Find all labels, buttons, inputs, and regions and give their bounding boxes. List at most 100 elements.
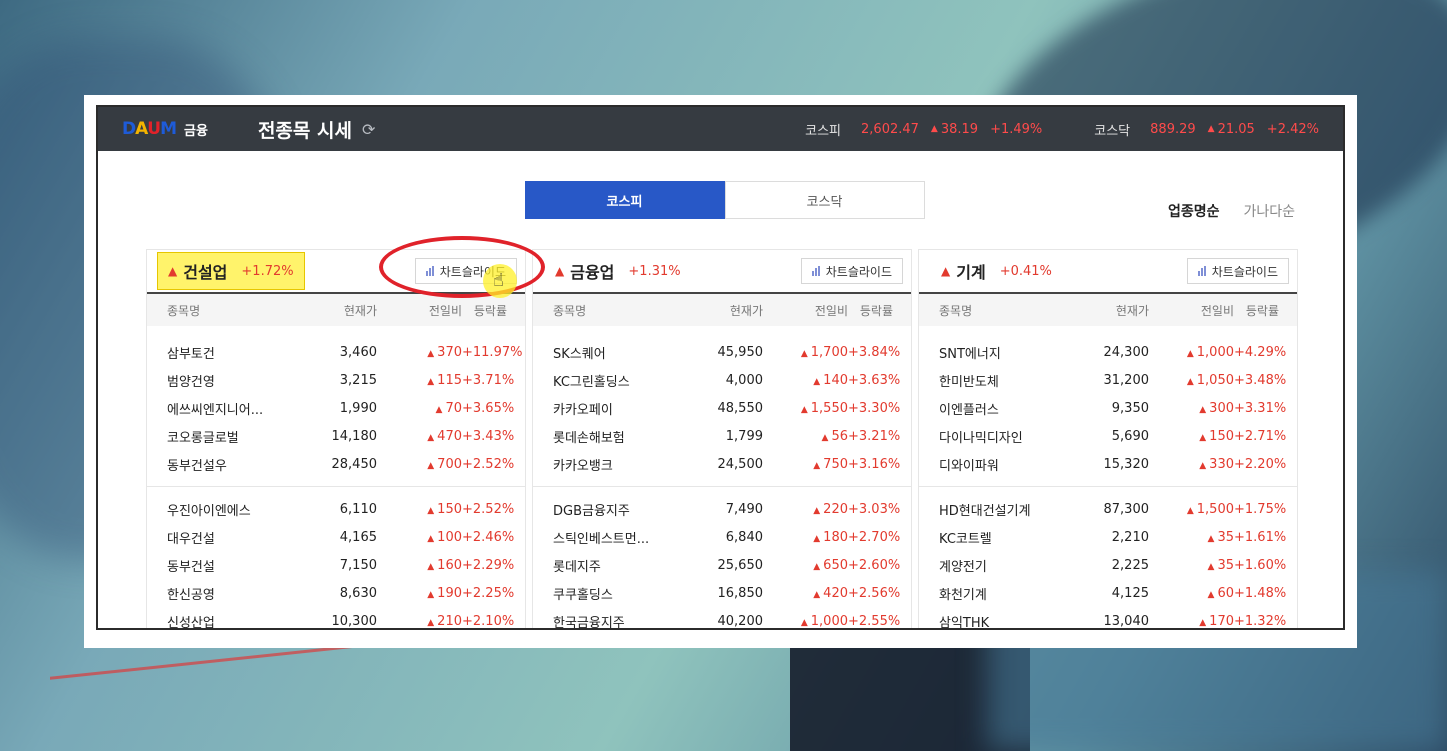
stock-name[interactable]: 롯데지주 [553, 556, 703, 575]
stock-change: ▲ 650 [813, 557, 848, 573]
stock-rate: +3.16% [848, 456, 901, 472]
stock-price: 1,990 [339, 400, 377, 416]
sector-title[interactable]: ▲ 금융업 +1.31% [545, 253, 691, 289]
sort-by-sector[interactable]: 업종명순 [1168, 201, 1220, 221]
table-row[interactable]: 삼부토건 3,460 ▲ 370 +11.97% [147, 338, 525, 366]
column-headers: 종목명 현재가 전일비 등락률 [533, 294, 911, 326]
table-row[interactable]: 동부건설우 28,450 ▲ 700 +2.52% [147, 450, 525, 478]
table-row[interactable]: 다이나믹디자인 5,690 ▲ 150 +2.71% [919, 422, 1297, 450]
table-row[interactable]: KC코트렐 2,210 ▲ 35 +1.61% [919, 523, 1297, 551]
stock-name[interactable]: KC코트렐 [939, 528, 1089, 547]
stock-name[interactable]: 한미반도체 [939, 371, 1089, 390]
stock-rate: +3.84% [848, 344, 901, 360]
table-row[interactable]: 스틱인베스트먼... 6,840 ▲ 180 +2.70% [533, 523, 911, 551]
table-row[interactable]: 카카오뱅크 24,500 ▲ 750 +3.16% [533, 450, 911, 478]
table-row[interactable]: 카카오페이 48,550 ▲ 1,550 +3.30% [533, 394, 911, 422]
stock-name[interactable]: 화천기계 [939, 584, 1089, 603]
stock-change: ▲ 1,050 [1186, 372, 1234, 388]
stock-name[interactable]: 계양전기 [939, 556, 1089, 575]
top-bar: DAUM 금융 전종목 시세 ⟳ 코스피 2,602.47 ▲ 38.19 +1… [98, 107, 1343, 151]
stock-price: 7,490 [725, 501, 763, 517]
refresh-icon[interactable]: ⟳ [362, 120, 375, 139]
stock-price: 87,300 [1103, 501, 1150, 517]
up-triangle-icon: ▲ [813, 589, 821, 600]
tab-kospi[interactable]: 코스피 [524, 181, 725, 219]
stock-name[interactable]: 삼부토건 [167, 343, 317, 362]
table-row[interactable]: 계양전기 2,225 ▲ 35 +1.60% [919, 551, 1297, 579]
stock-name[interactable]: 한신공영 [167, 584, 317, 603]
stock-name[interactable]: 에쓰씨엔지니어... [167, 399, 317, 418]
sort-by-name[interactable]: 가나다순 [1243, 201, 1295, 221]
table-row[interactable]: 대우건설 4,165 ▲ 100 +2.46% [147, 523, 525, 551]
table-row[interactable]: 한국금융지주 40,200 ▲ 1,000 +2.55% [533, 607, 911, 629]
table-row[interactable]: 우진아이엔에스 6,110 ▲ 150 +2.52% [147, 495, 525, 523]
stock-name[interactable]: 동부건설우 [167, 455, 317, 474]
tab-kosdaq[interactable]: 코스닥 [724, 181, 925, 219]
daum-logo[interactable]: DAUM [122, 119, 177, 139]
stock-change: ▲ 180 [813, 529, 848, 545]
sector-title[interactable]: ▲ 기계 +0.41% [931, 253, 1062, 289]
chart-slide-button[interactable]: 차트슬라이드 [1186, 258, 1289, 284]
table-row[interactable]: SNT에너지 24,300 ▲ 1,000 +4.29% [919, 338, 1297, 366]
stock-name[interactable]: SNT에너지 [939, 343, 1089, 362]
sector-header: ▲ 금융업 +1.31% 차트슬라이드 [533, 250, 911, 294]
table-row[interactable]: 신성산업 10,300 ▲ 210 +2.10% [147, 607, 525, 629]
table-row[interactable]: 삼익THK 13,040 ▲ 170 +1.32% [919, 607, 1297, 629]
stock-name[interactable]: 카카오페이 [553, 399, 703, 418]
stock-name[interactable]: 이엔플러스 [939, 399, 1089, 418]
chart-slide-button[interactable]: 차트슬라이드 [800, 258, 903, 284]
stock-rate: +3.03% [848, 501, 901, 517]
sector-panel: ▲ 금융업 +1.31% 차트슬라이드 종목명 현재가 전일비 등락률 SK스퀘… [532, 249, 912, 629]
column-headers: 종목명 현재가 전일비 등락률 [147, 294, 525, 326]
stock-name[interactable]: HD현대건설기계 [939, 500, 1089, 519]
table-row[interactable]: 한신공영 8,630 ▲ 190 +2.25% [147, 579, 525, 607]
table-row[interactable]: 범양건영 3,215 ▲ 115 +3.71% [147, 366, 525, 394]
col-change: 전일비 [814, 303, 848, 318]
table-row[interactable]: DGB금융지주 7,490 ▲ 220 +3.03% [533, 495, 911, 523]
stock-name[interactable]: 동부건설 [167, 556, 317, 575]
logo-letter: A [135, 119, 148, 139]
stock-name[interactable]: KC그린홀딩스 [553, 371, 703, 390]
stock-name[interactable]: SK스퀘어 [553, 343, 703, 362]
table-row[interactable]: 한미반도체 31,200 ▲ 1,050 +3.48% [919, 366, 1297, 394]
sector-title[interactable]: ▲ 건설업 +1.72% [157, 252, 305, 290]
index-value: 2,602.47 [861, 121, 919, 137]
stock-price: 6,840 [725, 529, 763, 545]
stock-name[interactable]: 스틱인베스트먼... [553, 528, 703, 547]
index-kospi[interactable]: 코스피 2,602.47 ▲ 38.19 +1.49% [805, 120, 1054, 139]
stock-name[interactable]: 디와이파워 [939, 455, 1089, 474]
stock-change: ▲ 210 [427, 613, 462, 629]
table-row[interactable]: SK스퀘어 45,950 ▲ 1,700 +3.84% [533, 338, 911, 366]
table-row[interactable]: KC그린홀딩스 4,000 ▲ 140 +3.63% [533, 366, 911, 394]
table-row[interactable]: 에쓰씨엔지니어... 1,990 ▲ 70 +3.65% [147, 394, 525, 422]
table-row[interactable]: 쿠쿠홀딩스 16,850 ▲ 420 +2.56% [533, 579, 911, 607]
stock-rate: +2.29% [462, 557, 515, 573]
index-kosdaq[interactable]: 코스닥 889.29 ▲ 21.05 +2.42% [1094, 120, 1319, 139]
col-name: 종목명 [553, 303, 587, 318]
table-row[interactable]: 화천기계 4,125 ▲ 60 +1.48% [919, 579, 1297, 607]
stock-name[interactable]: 신성산업 [167, 612, 317, 629]
stock-name[interactable]: 한국금융지주 [553, 612, 703, 629]
app-window: DAUM 금융 전종목 시세 ⟳ 코스피 2,602.47 ▲ 38.19 +1… [96, 105, 1345, 630]
stock-name[interactable]: 카카오뱅크 [553, 455, 703, 474]
stock-name[interactable]: 코오롱글로벌 [167, 427, 317, 446]
stock-name[interactable]: 다이나믹디자인 [939, 427, 1089, 446]
table-row[interactable]: 롯데지주 25,650 ▲ 650 +2.60% [533, 551, 911, 579]
sector-name: 건설업 [183, 263, 228, 282]
table-row[interactable]: 동부건설 7,150 ▲ 160 +2.29% [147, 551, 525, 579]
stock-rate: +3.31% [1234, 400, 1287, 416]
table-row[interactable]: 코오롱글로벌 14,180 ▲ 470 +3.43% [147, 422, 525, 450]
logo-letter: M [160, 119, 177, 139]
stock-name[interactable]: 대우건설 [167, 528, 317, 547]
table-row[interactable]: 디와이파워 15,320 ▲ 330 +2.20% [919, 450, 1297, 478]
stock-name[interactable]: 롯데손해보험 [553, 427, 703, 446]
stock-name[interactable]: 우진아이엔에스 [167, 500, 317, 519]
stock-name[interactable]: DGB금융지주 [553, 500, 703, 519]
stock-name[interactable]: 쿠쿠홀딩스 [553, 584, 703, 603]
stock-change: ▲ 150 [427, 501, 462, 517]
table-row[interactable]: 이엔플러스 9,350 ▲ 300 +3.31% [919, 394, 1297, 422]
stock-name[interactable]: 삼익THK [939, 612, 1089, 629]
table-row[interactable]: 롯데손해보험 1,799 ▲ 56 +3.21% [533, 422, 911, 450]
stock-name[interactable]: 범양건영 [167, 371, 317, 390]
table-row[interactable]: HD현대건설기계 87,300 ▲ 1,500 +1.75% [919, 495, 1297, 523]
